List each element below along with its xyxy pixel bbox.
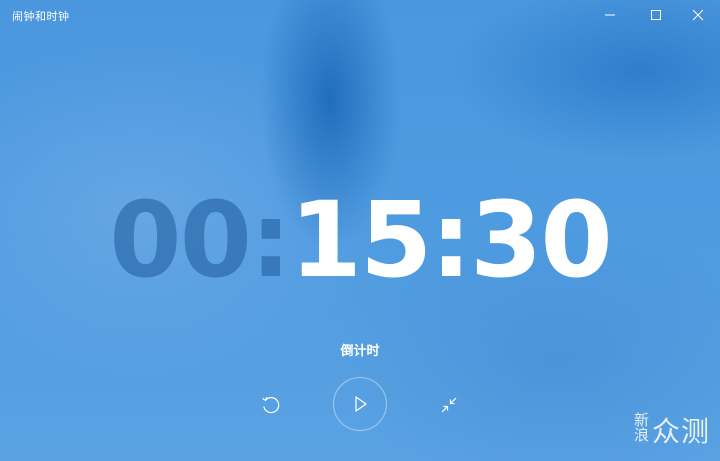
play-icon xyxy=(355,396,367,412)
maximize-button[interactable] xyxy=(633,0,679,30)
reset-icon xyxy=(262,396,280,414)
title-bar[interactable]: 闹钟和时钟 xyxy=(0,0,720,32)
compact-overlay-button[interactable] xyxy=(436,392,462,418)
timer-hours: 00 xyxy=(109,179,252,301)
maximize-icon xyxy=(651,10,661,20)
timer-minutes: 15 xyxy=(289,179,433,301)
timer-separator: : xyxy=(250,179,292,301)
watermark-big-text: 众测 xyxy=(652,415,711,448)
timer-mode-label: 倒计时 xyxy=(340,344,380,359)
play-button[interactable] xyxy=(333,377,387,431)
watermark-small-text: 新浪 xyxy=(632,412,650,442)
watermark-logo: 新浪 众测 xyxy=(628,410,718,456)
minimize-icon xyxy=(605,14,615,16)
timer-separator: : xyxy=(430,179,472,301)
reset-button[interactable] xyxy=(258,392,284,418)
app-title: 闹钟和时钟 xyxy=(12,10,70,23)
app-window: 闹钟和时钟 00 : 15 : 30 倒计时 新浪 众测 xyxy=(0,0,720,461)
close-icon xyxy=(692,9,704,21)
minimize-button[interactable] xyxy=(587,0,633,30)
countdown-display: 00 : 15 : 30 xyxy=(0,180,720,300)
close-button[interactable] xyxy=(675,0,720,30)
collapse-arrows-icon xyxy=(441,397,457,413)
timer-seconds: 30 xyxy=(469,179,613,301)
